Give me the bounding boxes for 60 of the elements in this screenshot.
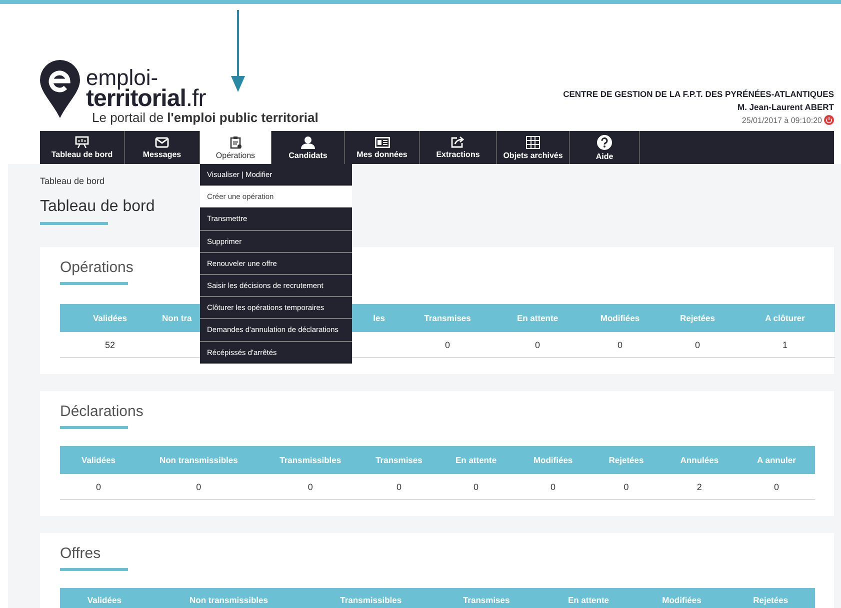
column-header: Validées [60,588,149,608]
column-header: Rejetées [660,304,735,332]
table-cell: 0 [196,482,202,492]
column-header: A annuler [738,446,815,474]
table-cell: 0 [550,482,556,492]
share-icon [451,136,465,148]
table-cell: 0 [444,340,450,350]
table-cell: 0 [308,482,313,492]
column-header: En attente [438,446,515,474]
table-cell: 2 [696,482,702,492]
column-header: Modifiées [514,446,592,474]
title-underline [40,222,108,225]
table-cell: 0 [96,482,102,492]
column-header: A clôturer [735,304,835,332]
title-underline [60,568,128,571]
column-header: En attente [495,304,580,332]
column-header: Validées [60,446,138,474]
column-header: Non transmissibles [137,446,260,474]
section-title: Offres [60,545,101,562]
column-header: Transmissibles [308,588,434,608]
column-header: Transmissibles [260,446,360,474]
column-header: Annulées [660,446,738,474]
person-icon [301,136,315,148]
tagline: Le portail de l'emploi public territorial [92,110,318,125]
session-datetime: 25/01/2017 à 09:10:20 [742,116,822,124]
table-cell: 0 [474,482,479,492]
logo-wordmark: emploi- territorial.fr [86,68,206,110]
organization-name: CENTRE DE GESTION DE LA F.P.T. DES PYRÉNÉES-ATLANTIQUES [563,89,834,99]
column-header: Validées [60,304,160,332]
title-underline [60,426,128,429]
column-header: Modifiées [637,588,726,608]
table-cell: 0 [396,482,402,492]
column-header: Modifiées [580,304,660,332]
title-underline [60,282,128,285]
table-cell: 0 [624,482,629,492]
table-cell: 1 [782,340,788,350]
column-header: Transmises [400,304,495,332]
table-cell: 0 [694,340,700,350]
column-header: Transmises [360,446,438,474]
envelope-icon [155,136,169,148]
presentation-board-icon [75,136,89,148]
section-title: Opérations [60,259,134,276]
location-pin-logo-icon [40,60,80,118]
table-cell: 0 [534,340,540,350]
section-title: Déclarations [60,403,144,420]
id-card-icon [374,136,390,148]
user-name: M. Jean-Laurent ABERT [737,102,834,112]
clipboard-icon [230,136,242,148]
help-icon [597,134,612,150]
column-header: Transmises [433,588,540,608]
table-cell: 0 [617,340,622,350]
column-header: Rejetées [592,446,661,474]
power-icon[interactable] [824,115,834,125]
column-header: Non transmissibles [148,588,309,608]
column-header: Rejetées [726,588,815,608]
page-title: Tableau de bord [40,198,156,216]
table-cell: 0 [774,482,779,492]
column-header: En attente [540,588,638,608]
table-cell: 52 [104,340,115,350]
cabinet-grid-icon [526,136,540,148]
